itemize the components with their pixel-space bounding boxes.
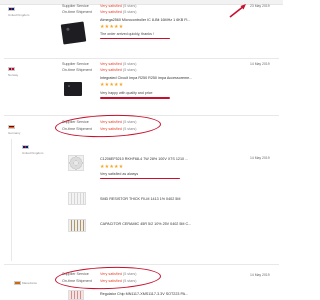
supplier-service-label: Supplier Service	[62, 4, 89, 8]
comment-underline	[100, 97, 170, 99]
product-title[interactable]: Integrated Circuit Impa R250 R250 impa A…	[100, 76, 192, 80]
flag-icon	[14, 281, 21, 285]
product-image[interactable]	[68, 192, 86, 205]
on-time-shipment-rating: Very satisfied (5 stars)	[100, 10, 137, 14]
reviewer-country: Norway	[8, 72, 19, 77]
product-image[interactable]	[68, 290, 84, 300]
review-date: 23 May 2019	[250, 4, 270, 8]
review-comment: Very happy with quality and price	[100, 91, 153, 95]
on-time-shipment-label: On-time Shipment	[62, 68, 92, 72]
review-stars: ★★★★★	[100, 81, 124, 88]
norway-flag-icon	[8, 67, 15, 71]
product-image[interactable]	[68, 219, 86, 232]
supplier-service-rating: Very satisfied (5 stars)	[100, 62, 137, 66]
comment-underline	[100, 177, 180, 180]
comment-underline	[100, 37, 170, 40]
reviewer-country: United Kingdom	[8, 12, 30, 17]
review-stars: ★★★★★	[100, 164, 124, 170]
reviewer-country: Macedonia	[22, 281, 37, 285]
reviewer-country: Germany	[8, 130, 21, 135]
uk-flag-icon	[22, 145, 29, 149]
product-title[interactable]: SMD RESISTOR THICK FILM 1413 1% 0402 5M	[100, 197, 180, 201]
highlight-ellipse	[54, 265, 162, 291]
product-title[interactable]: Atmega2560 Microcontroller IC 8-Bit 16MH…	[100, 18, 190, 22]
review-date: 14 May 2019	[250, 156, 270, 160]
product-title[interactable]: C1206EF5210 RKHF68-4 7W 28% 100V X7S 121…	[100, 157, 188, 161]
product-image[interactable]	[60, 21, 87, 45]
annotation-arrow-icon	[229, 4, 246, 18]
product-title[interactable]: Regulator Chip MN1117-XMS1117-3.3V SOT22…	[100, 292, 188, 296]
row-divider	[4, 264, 279, 265]
germany-flag-icon	[8, 125, 15, 129]
supplier-service-rating: Very satisfied (5 stars)	[100, 4, 137, 8]
review-comment: The order arrived quickly, thanks !	[100, 32, 154, 36]
row-divider	[4, 58, 279, 59]
on-time-shipment-label: On-time Shipment	[62, 10, 92, 14]
product-title[interactable]: CAPACITOR CERAMIC 45R 5/2 10% 25V 0402 5…	[100, 222, 191, 226]
review-comment: Very satisfied as always	[100, 172, 139, 176]
review-stars: ★★★★★	[100, 24, 124, 30]
product-image[interactable]	[68, 155, 84, 171]
highlight-ellipse	[54, 113, 162, 139]
review-date: 14 May 2019	[250, 62, 270, 66]
supplier-service-label: Supplier Service	[62, 62, 89, 66]
on-time-shipment-rating: Very satisfied (5 stars)	[100, 68, 137, 72]
uk-flag-icon	[8, 7, 15, 11]
thread-line	[11, 139, 12, 261]
review-date: 14 May 2019	[250, 273, 270, 277]
product-image[interactable]	[64, 82, 82, 96]
reviewer-country: United Kingdom	[22, 150, 44, 155]
